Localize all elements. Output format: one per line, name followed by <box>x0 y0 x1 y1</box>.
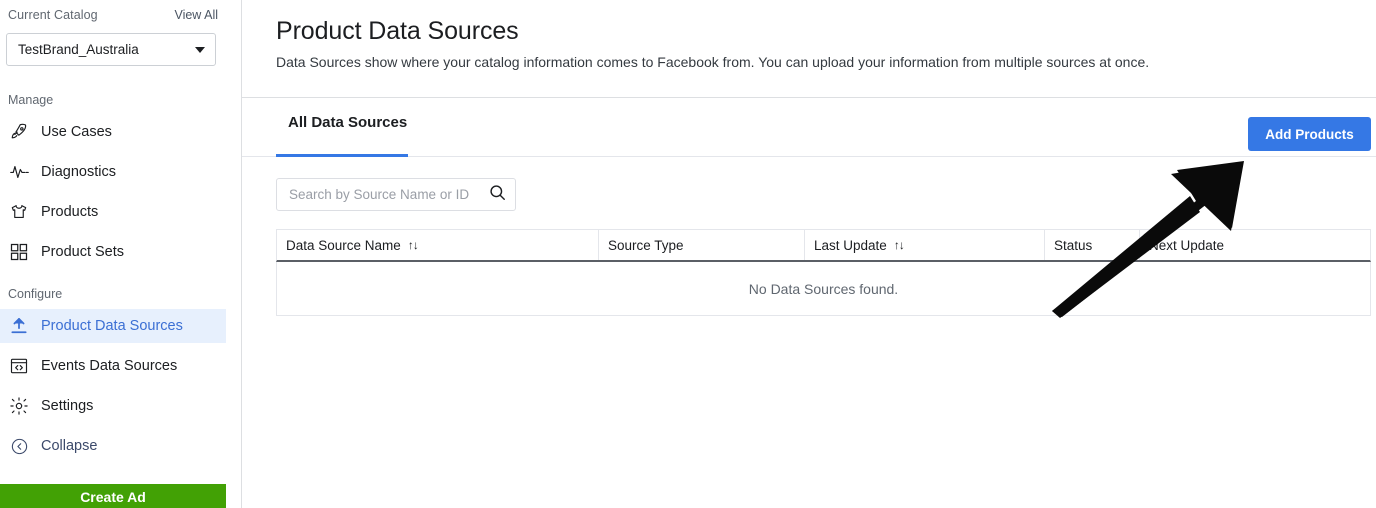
page-title: Product Data Sources <box>276 17 519 45</box>
sidebar-item-label: Product Sets <box>41 244 125 260</box>
chevron-down-icon <box>195 46 205 53</box>
table-header-status[interactable]: Status <box>1045 230 1140 260</box>
column-label: Source Type <box>608 237 684 253</box>
table-header-next-update[interactable]: Next Update <box>1140 230 1370 260</box>
sidebar-item-product-sets[interactable]: Product Sets <box>0 235 226 269</box>
table-empty-state: No Data Sources found. <box>276 262 1371 316</box>
column-label: Data Source Name <box>286 237 401 253</box>
sidebar-item-product-data-sources[interactable]: Product Data Sources <box>0 309 226 343</box>
data-sources-table: Data Source Name ↑↓ Source Type Last Upd… <box>276 229 1371 316</box>
add-products-button[interactable]: Add Products <box>1248 117 1371 151</box>
gear-icon <box>8 395 30 417</box>
current-catalog-header: Current Catalog View All <box>8 6 218 24</box>
sidebar-item-diagnostics[interactable]: Diagnostics <box>0 155 226 189</box>
sort-icon[interactable]: ↑↓ <box>408 238 419 252</box>
page-root: Current Catalog View All TestBrand_Austr… <box>0 0 1376 508</box>
search-box[interactable] <box>276 178 516 211</box>
sidebar-item-label: Settings <box>41 398 94 414</box>
table-header-row: Data Source Name ↑↓ Source Type Last Upd… <box>276 229 1371 262</box>
sidebar-item-label: Use Cases <box>41 124 112 140</box>
sidebar-item-label: Events Data Sources <box>41 358 178 374</box>
column-label: Last Update <box>814 237 887 253</box>
search-input[interactable] <box>287 186 488 203</box>
sidebar-group-manage: Manage <box>8 93 54 107</box>
column-label: Status <box>1054 237 1093 253</box>
sidebar-item-label: Products <box>41 204 99 220</box>
tab-label: All Data Sources <box>288 114 408 131</box>
view-all-link[interactable]: View All <box>174 8 218 22</box>
sort-icon[interactable]: ↑↓ <box>894 238 905 252</box>
create-ad-label: Create Ad <box>80 489 146 505</box>
upload-icon <box>8 315 30 337</box>
tab-bar: All Data Sources Add Products <box>242 98 1376 158</box>
sidebar-item-label: Product Data Sources <box>41 318 183 334</box>
sidebar-item-use-cases[interactable]: Use Cases <box>0 115 226 149</box>
sidebar-item-products[interactable]: Products <box>0 195 226 229</box>
main-content: Product Data Sources Data Sources show w… <box>242 0 1376 508</box>
code-window-icon <box>8 355 30 377</box>
search-icon[interactable] <box>488 183 507 207</box>
table-header-data-source-name[interactable]: Data Source Name ↑↓ <box>277 230 599 260</box>
sidebar-item-label: Collapse <box>41 438 98 454</box>
column-label: Next Update <box>1149 237 1225 253</box>
sidebar-collapse-button[interactable]: Collapse <box>0 429 226 463</box>
pulse-icon <box>8 161 30 183</box>
sidebar: Current Catalog View All TestBrand_Austr… <box>0 0 226 508</box>
chevron-left-circle-icon <box>8 435 30 457</box>
sidebar-item-label: Diagnostics <box>41 164 116 180</box>
tshirt-icon <box>8 201 30 223</box>
table-empty-message: No Data Sources found. <box>748 280 899 297</box>
sidebar-item-events-data-sources[interactable]: Events Data Sources <box>0 349 226 383</box>
tab-all-data-sources[interactable]: All Data Sources <box>276 114 419 157</box>
create-ad-button[interactable]: Create Ad <box>0 484 226 508</box>
catalog-dropdown-value: TestBrand_Australia <box>18 42 139 57</box>
catalog-dropdown[interactable]: TestBrand_Australia <box>6 33 216 66</box>
grid-icon <box>8 241 30 263</box>
table-header-source-type[interactable]: Source Type <box>599 230 805 260</box>
page-subtitle: Data Sources show where your catalog inf… <box>276 54 1150 70</box>
sidebar-group-configure: Configure <box>8 287 63 301</box>
tab-active-indicator <box>276 154 408 157</box>
table-header-last-update[interactable]: Last Update ↑↓ <box>805 230 1045 260</box>
rocket-icon <box>8 121 30 143</box>
current-catalog-label: Current Catalog <box>8 8 98 22</box>
sidebar-item-settings[interactable]: Settings <box>0 389 226 423</box>
